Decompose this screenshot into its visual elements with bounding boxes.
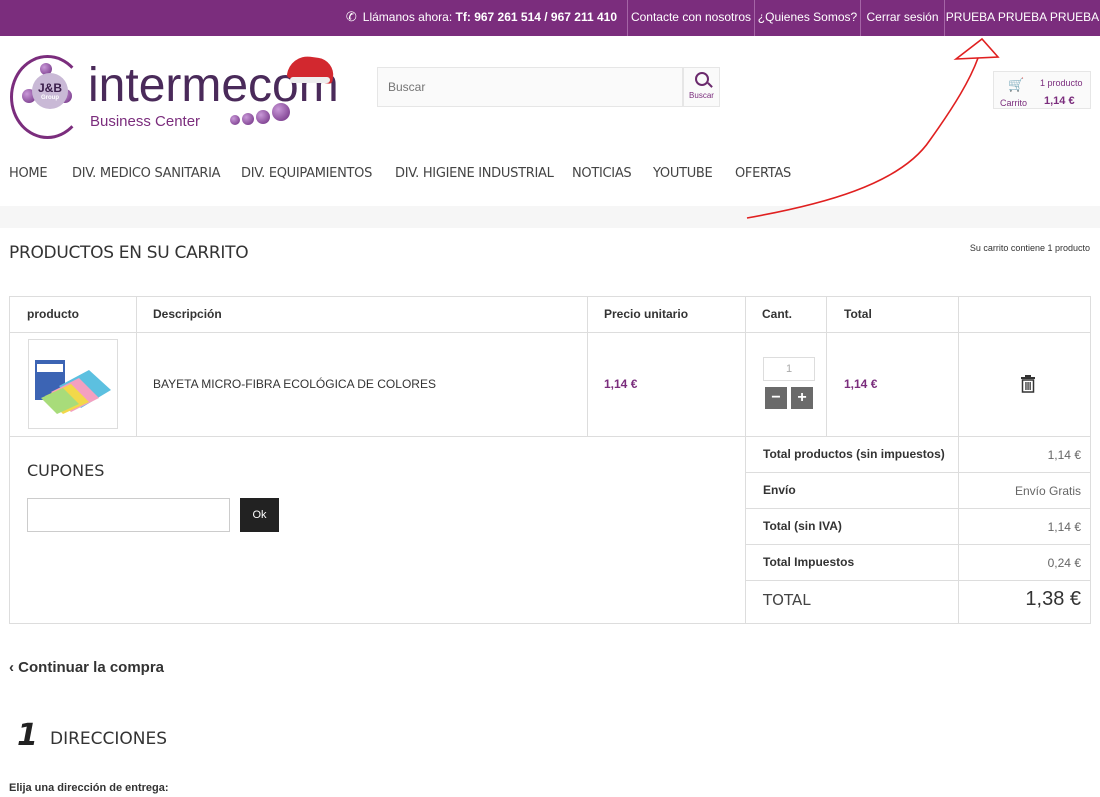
header-cantidad: Cant. (762, 307, 792, 321)
product-total: 1,14 € (844, 377, 878, 391)
phone-numbers: Tf: 967 261 514 / 967 211 410 (455, 10, 617, 24)
coupon-code-input[interactable] (27, 498, 230, 532)
search-button-label: Buscar (689, 91, 714, 100)
santa-hat-band (290, 77, 330, 83)
product-unit-price: 1,14 € (604, 377, 638, 391)
continue-shopping-label: Continuar la compra (18, 659, 165, 676)
phone-info: ✆ Llámanos ahora: Tf: 967 261 514 / 967 2… (330, 0, 627, 36)
site-logo[interactable]: J&B Group intermecom Business Center (10, 53, 355, 143)
delete-icon[interactable] (1020, 375, 1036, 393)
summary-total-value: 1,38 € (1025, 588, 1081, 610)
nav-item-medico-sanitaria[interactable]: DIV. MEDICO SANITARIA (72, 166, 221, 181)
logout-link[interactable]: Cerrar sesión (860, 0, 944, 36)
summary-shipping-value: Envío Gratis (1014, 484, 1081, 498)
summary-products-label: Total productos (sin impuestos) (763, 447, 945, 461)
nav-item-youtube[interactable]: YOUTUBE (653, 166, 713, 181)
breadcrumb-band (0, 206, 1100, 228)
logo-ball (230, 115, 240, 125)
quantity-input[interactable]: 1 (763, 357, 815, 381)
row-divider (745, 580, 1090, 581)
nav-item-home[interactable]: HOME (9, 166, 48, 181)
cart-summary-text: Su carrito contiene 1 producto (969, 243, 1090, 253)
header-producto: producto (27, 307, 79, 321)
nav-item-equipamientos[interactable]: DIV. EQUIPAMIENTOS (241, 166, 372, 181)
page-title: PRODUCTOS EN SU CARRITO (9, 243, 249, 263)
product-image[interactable] (28, 339, 118, 429)
search-input[interactable] (378, 68, 682, 106)
annotation-arrow-head (953, 37, 1000, 60)
cart-table: producto Descripción Precio unitario Can… (9, 296, 1091, 624)
mini-cart[interactable]: 🛒 Carrito 1 producto 1,14 € (993, 71, 1091, 109)
header-precio-unitario: Precio unitario (604, 307, 689, 321)
col-divider (958, 297, 959, 623)
logo-tagline: Business Center (90, 113, 201, 130)
phone-prefix: Llámanos ahora: (362, 10, 456, 24)
contact-link[interactable]: Contacte con nosotros (627, 0, 754, 36)
nav-item-ofertas[interactable]: OFERTAS (735, 166, 791, 181)
step-number: 1 (17, 718, 38, 753)
phone-icon: ✆ (345, 9, 357, 24)
summary-total-no-tax-label: Total (sin IVA) (763, 519, 842, 533)
mini-cart-label: Carrito (1000, 98, 1028, 108)
summary-products-value: 1,14 € (1047, 448, 1081, 462)
row-divider (745, 508, 1090, 509)
mini-cart-price: 1,14 € (1044, 95, 1075, 107)
logo-ball (272, 103, 290, 121)
summary-total-label: TOTAL (763, 591, 811, 609)
logo-ball (242, 113, 254, 125)
search-box (377, 67, 683, 107)
summary-total-no-tax-value: 1,14 € (1047, 520, 1081, 534)
header-descripcion: Descripción (153, 307, 222, 321)
chevron-left-icon: ‹ (9, 659, 14, 676)
step-title: DIRECCIONES (50, 729, 168, 749)
mini-cart-count: 1 producto (1040, 78, 1083, 88)
col-divider (826, 297, 827, 436)
row-divider (10, 436, 1090, 437)
nav-item-higiene-industrial[interactable]: DIV. HIGIENE INDUSTRIAL (395, 166, 554, 181)
about-link[interactable]: ¿Quienes Somos? (754, 0, 860, 36)
header-total: Total (844, 307, 872, 321)
cart-icon: 🛒 (1008, 77, 1025, 92)
row-divider (10, 332, 1090, 333)
product-description[interactable]: BAYETA MICRO-FIBRA ECOLÓGICA DE COLORES (153, 377, 436, 391)
annotation-arrow-line (746, 57, 979, 219)
continue-shopping-link[interactable]: ‹ Continuar la compra (9, 659, 164, 676)
col-divider (745, 297, 746, 623)
delivery-address-prompt: Elija una dirección de entrega: (9, 782, 169, 794)
summary-taxes-value: 0,24 € (1047, 556, 1081, 570)
search-button[interactable]: Buscar (683, 67, 720, 107)
top-bar: ✆ Llámanos ahora: Tf: 967 261 514 / 967 2… (0, 0, 1100, 36)
logo-ball (256, 110, 270, 124)
col-divider (136, 297, 137, 436)
coupons-title: CUPONES (27, 461, 105, 480)
summary-taxes-label: Total Impuestos (763, 555, 855, 569)
search-icon (694, 72, 709, 86)
quantity-decrease-button[interactable]: − (765, 387, 787, 409)
summary-shipping-label: Envío (763, 483, 796, 497)
quantity-increase-button[interactable]: + (791, 387, 813, 409)
col-divider (587, 297, 588, 436)
user-account-link[interactable]: PRUEBA PRUEBA PRUEBA (944, 0, 1100, 36)
row-divider (745, 544, 1090, 545)
row-divider (745, 472, 1090, 473)
logo-badge: J&B Group (32, 73, 68, 109)
product-thumbnail (35, 360, 111, 414)
coupon-ok-button[interactable]: Ok (240, 498, 279, 532)
nav-item-noticias[interactable]: NOTICIAS (572, 166, 632, 181)
